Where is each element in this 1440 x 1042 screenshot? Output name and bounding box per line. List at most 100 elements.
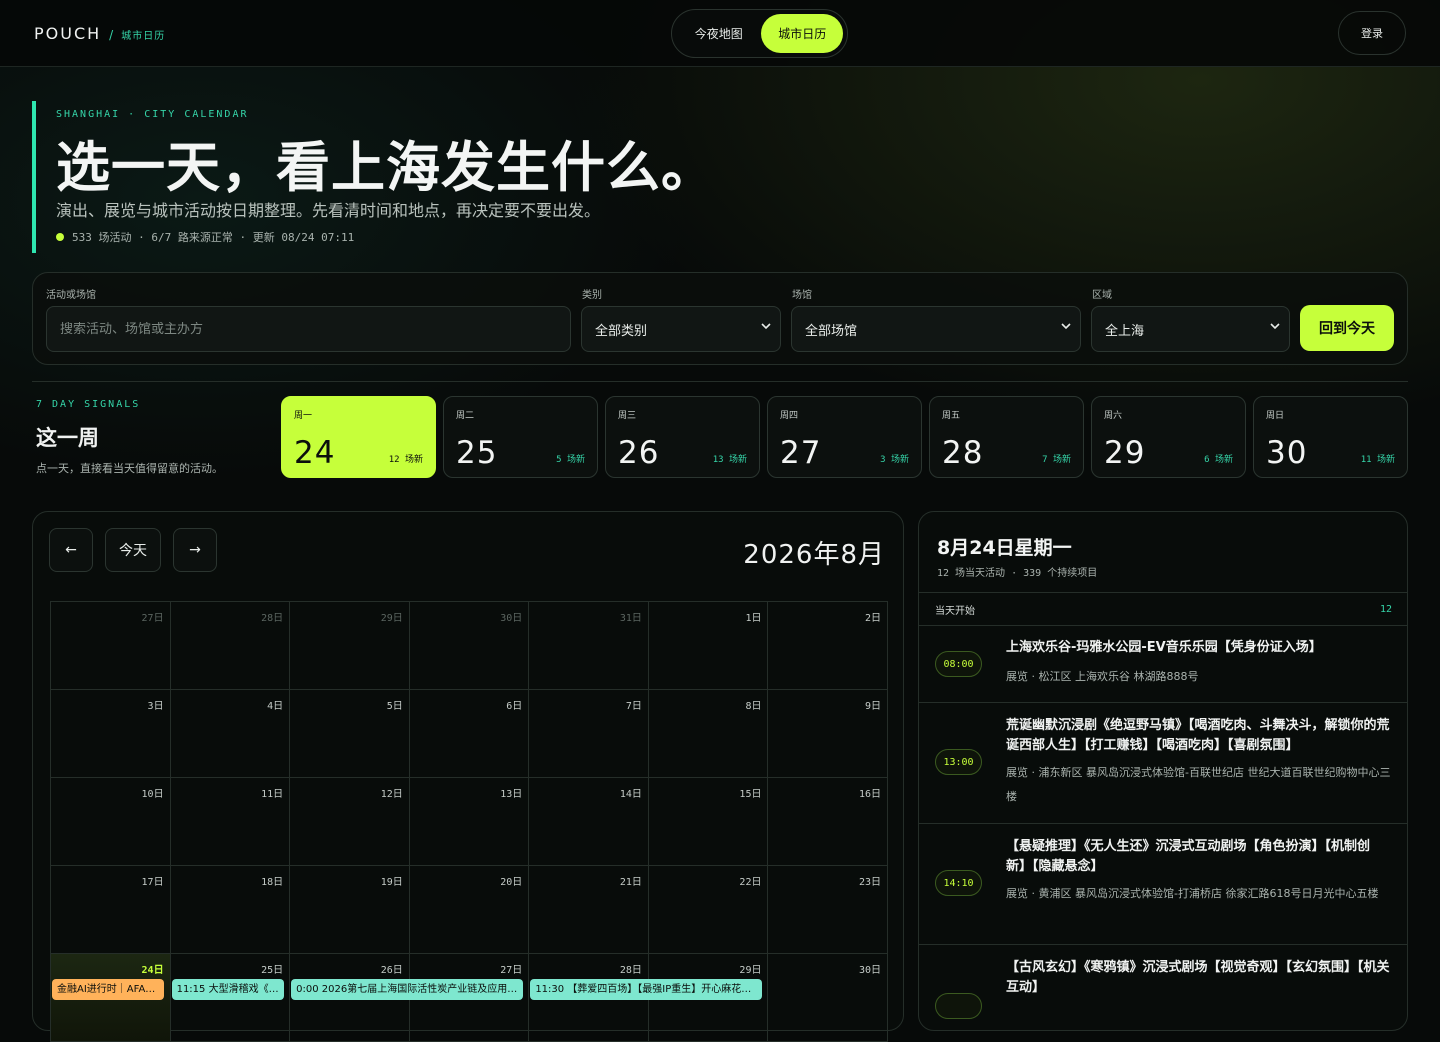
day-card[interactable]: 周五 28 7 场新 [929, 396, 1084, 478]
day-number: 31日 [619, 613, 642, 624]
event-list-item[interactable]: 13:00 荒诞幽默沉浸剧《绝逗野马镇》【喝酒吃肉、斗舞决斗，解锁你的荒诞西部人… [919, 703, 1407, 824]
calendar-event-chip[interactable]: 11:30 【葬爱四百场】【最强IP重生】开心麻花沉… [530, 979, 763, 1000]
calendar-day-cell[interactable]: 7日 [529, 690, 649, 778]
calendar-day-cell[interactable]: 30日 [409, 602, 530, 690]
calendar-day-cell-today[interactable]: 24日 金融AI进行时｜AFA… [51, 954, 171, 1042]
calendar-day-cell[interactable]: 2日 [768, 602, 889, 690]
tab-tonight-map[interactable]: 今夜地图 [676, 14, 761, 53]
calendar-day-cell[interactable]: 20日 [409, 866, 530, 954]
day-number: 17日 [141, 877, 164, 888]
venue-select[interactable]: 全部场馆 [791, 306, 1081, 352]
calendar-day-cell[interactable]: 8日 [648, 690, 769, 778]
calendar-day-cell[interactable]: 1日 [648, 602, 769, 690]
calendar-day-cell[interactable]: 25日 11:15 大型滑稽戏《兄… [170, 954, 291, 1042]
calendar-week-row: 24日 金融AI进行时｜AFA… 25日 11:15 大型滑稽戏《兄… 26日 … [51, 954, 889, 1042]
brand[interactable]: POUCH / 城市日历 [34, 24, 165, 43]
day-card[interactable]: 周四 27 3 场新 [767, 396, 922, 478]
day-number: 1日 [745, 613, 762, 624]
day-card-count: 3 场新 [880, 455, 909, 465]
day-card-count: 11 场新 [1360, 455, 1395, 465]
calendar-day-cell[interactable]: 22日 [648, 866, 769, 954]
calendar-day-cell[interactable]: 14日 [529, 778, 649, 866]
search-input[interactable] [60, 321, 557, 337]
day-card[interactable]: 周一 24 12 场新 [281, 396, 436, 478]
calendar-day-cell[interactable]: 9日 [768, 690, 889, 778]
calendar-day-cell[interactable]: 29日 [290, 602, 410, 690]
calendar-day-cell[interactable]: 3日 [51, 690, 171, 778]
login-button[interactable]: 登录 [1338, 11, 1406, 55]
event-list-item[interactable]: 【古风玄幻】《寒鸦镇》沉浸式剧场【视觉奇观】【玄幻氛围】【机关互动】 [919, 945, 1407, 1030]
calendar-day-cell[interactable]: 28日 [170, 602, 291, 690]
calendar-day-cell[interactable]: 12日 [290, 778, 410, 866]
day-number: 14日 [619, 789, 642, 800]
calendar-month-title: 2026年8月 [743, 540, 885, 570]
event-title: 【古风玄幻】《寒鸦镇》沉浸式剧场【视觉奇观】【玄幻氛围】【机关互动】 [1006, 960, 1390, 995]
day-card-date: 27 [780, 435, 822, 471]
calendar-day-cell[interactable]: 30日 [768, 954, 889, 1042]
event-time-badge [935, 993, 982, 1019]
status-text: 533 场活动 · 6/7 路来源正常 · 更新 08/24 07:11 [72, 231, 355, 244]
week-summary: 7 DAY SIGNALS 这一周 点一天，直接看当天值得留意的活动。 [36, 399, 276, 476]
event-title: 【悬疑推理】《无人生还》沉浸式互动剧场【角色扮演】【机制创新】【隐藏悬念】 [1006, 839, 1371, 874]
day-card[interactable]: 周日 30 11 场新 [1253, 396, 1408, 478]
calendar-week-row: 10日 11日 12日 13日 14日 15日 16日 [51, 778, 889, 866]
calendar-event-chip[interactable]: 金融AI进行时｜AFA… [52, 979, 164, 1000]
day-number: 19日 [380, 877, 403, 888]
day-card-date: 28 [942, 435, 984, 471]
calendar-day-cell[interactable]: 19日 [290, 866, 410, 954]
calendar-day-cell[interactable]: 4日 [170, 690, 291, 778]
category-select[interactable]: 全部类别 [581, 306, 781, 352]
day-card[interactable]: 周六 29 6 场新 [1091, 396, 1246, 478]
back-to-today-button[interactable]: 回到今天 [1300, 305, 1394, 351]
today-button[interactable]: 今天 [105, 528, 161, 572]
calendar-day-cell[interactable]: 26日 0:00 2026第七届上海国际活性炭产业链及应用… [290, 954, 524, 1042]
area-label: 区域 [1092, 290, 1112, 301]
event-list-item[interactable]: 08:00 上海欢乐谷-玛雅水公园-EV音乐乐园【凭身份证入场】 展览 · 松江… [919, 626, 1407, 703]
section-header: 当天开始 12 [919, 592, 1407, 626]
day-number: 21日 [619, 877, 642, 888]
calendar-day-cell[interactable]: 23日 [768, 866, 889, 954]
panel-subtitle: 12 场当天活动 · 339 个持续项目 [937, 568, 1098, 579]
hero-description: 演出、展览与城市活动按日期整理。先看清时间和地点，再决定要不要出发。 [56, 201, 601, 220]
area-select[interactable]: 全上海 [1091, 306, 1290, 352]
day-card-weekday: 周六 [1104, 411, 1123, 421]
prev-month-button[interactable]: ← [49, 528, 93, 572]
tab-city-calendar[interactable]: 城市日历 [761, 14, 843, 53]
week-eyebrow: 7 DAY SIGNALS [36, 399, 141, 410]
calendar-day-cell[interactable]: 11日 [170, 778, 291, 866]
event-meta: 展览 · 黄浦区 暴风岛沉浸式体验馆-打浦桥店 徐家汇路618号日月光中心五楼 [1006, 887, 1379, 900]
panel-date-title: 8月24日星期一 [937, 537, 1072, 559]
event-time-badge: 08:00 [935, 651, 982, 677]
day-card[interactable]: 周三 26 13 场新 [605, 396, 760, 478]
next-month-button[interactable]: → [173, 528, 217, 572]
calendar-day-cell[interactable]: 17日 [51, 866, 171, 954]
day-card[interactable]: 周二 25 5 场新 [443, 396, 598, 478]
calendar-event-chip[interactable]: 0:00 2026第七届上海国际活性炭产业链及应用… [291, 979, 524, 1000]
calendar-day-cell[interactable]: 5日 [290, 690, 410, 778]
calendar-day-cell[interactable]: 13日 [409, 778, 530, 866]
brand-logo: POUCH [34, 24, 102, 43]
calendar-day-cell[interactable]: 6日 [409, 690, 530, 778]
event-list-item[interactable]: 14:10 【悬疑推理】《无人生还》沉浸式互动剧场【角色扮演】【机制创新】【隐藏… [919, 824, 1407, 945]
calendar-day-cell[interactable]: 16日 [768, 778, 889, 866]
day-number: 22日 [739, 877, 762, 888]
calendar-day-cell[interactable]: 21日 [529, 866, 649, 954]
calendar-day-cell[interactable]: 10日 [51, 778, 171, 866]
day-card-count: 13 场新 [712, 455, 747, 465]
day-number: 8日 [745, 701, 762, 712]
day-card-weekday: 周日 [1266, 411, 1285, 421]
calendar-day-cell[interactable]: 18日 [170, 866, 291, 954]
calendar-day-cell[interactable]: 28日 11:30 【葬爱四百场】【最强IP重生】开心麻花沉… [529, 954, 763, 1042]
calendar-event-chip[interactable]: 11:15 大型滑稽戏《兄… [171, 979, 284, 1000]
day-number: 18日 [261, 877, 284, 888]
day-number: 30日 [500, 613, 523, 624]
calendar-day-cell[interactable]: 27日 [51, 602, 171, 690]
top-bar: POUCH / 城市日历 今夜地图 城市日历 登录 [0, 0, 1440, 67]
calendar-day-cell[interactable]: 31日 [529, 602, 649, 690]
search-field[interactable] [46, 306, 571, 352]
day-number: 27日 [141, 613, 164, 624]
venue-value: 全部场馆 [805, 323, 858, 339]
calendar-day-cell[interactable]: 15日 [648, 778, 769, 866]
hero-eyebrow: SHANGHAI · CITY CALENDAR [56, 109, 249, 120]
event-meta: 展览 · 松江区 上海欢乐谷 林湖路888号 [1006, 670, 1199, 683]
